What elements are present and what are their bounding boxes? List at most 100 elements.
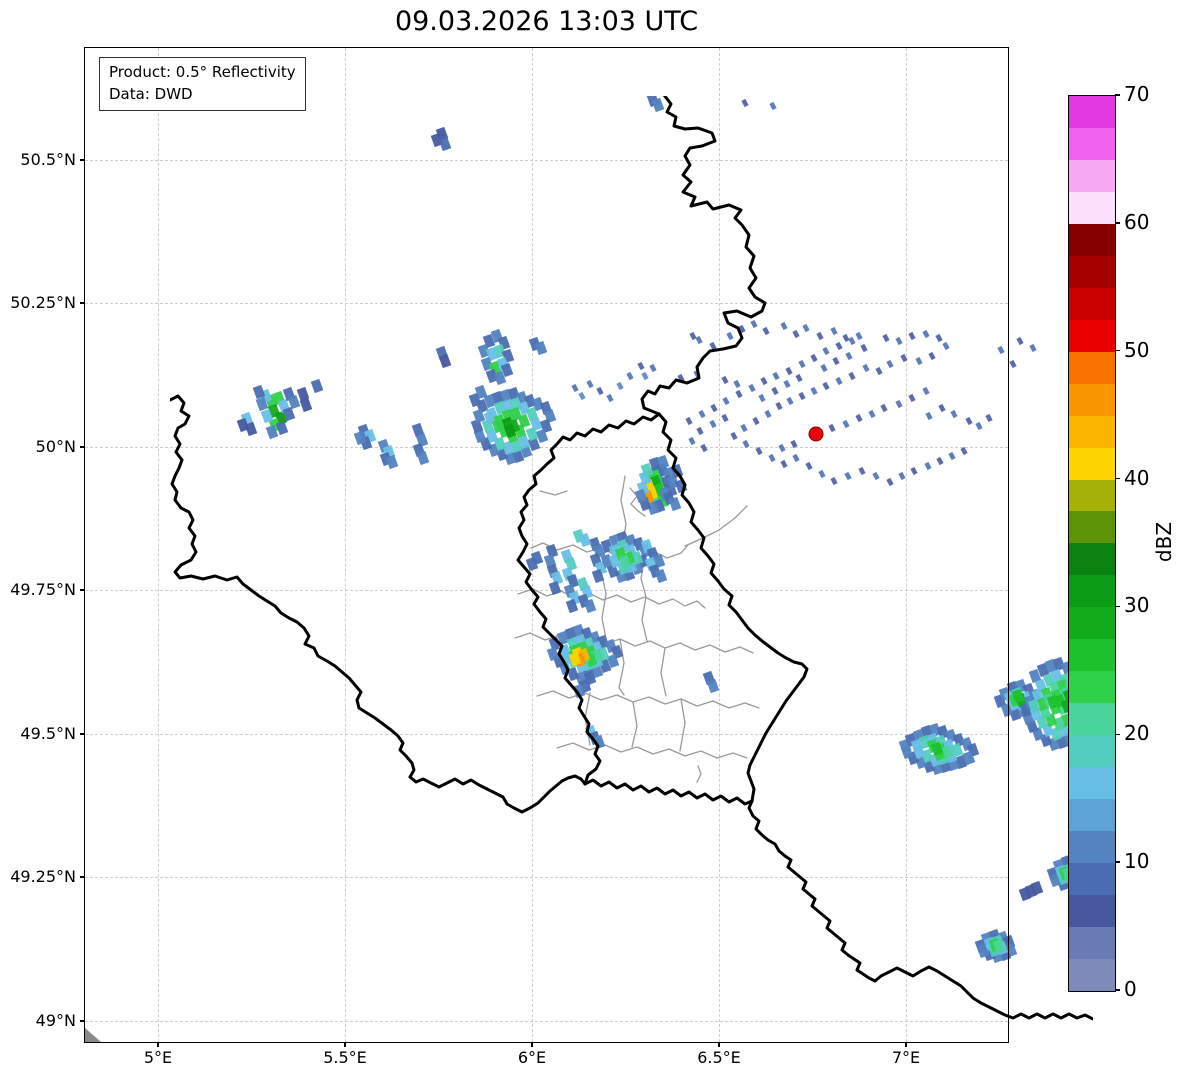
regional-border-path — [696, 765, 702, 783]
radar-speckle — [805, 461, 813, 471]
radar-speckle — [935, 333, 943, 343]
radar-speckle — [695, 335, 703, 345]
radar-speckle — [798, 359, 806, 369]
colorbar-segment — [1069, 319, 1115, 352]
national-border-path — [640, 96, 767, 416]
colorbar-unit-label: dBZ — [1152, 521, 1176, 563]
radar-speckle — [641, 371, 649, 381]
radar-speckle — [740, 423, 748, 433]
radar-speckle — [908, 393, 916, 403]
colorbar-segment — [1069, 543, 1115, 576]
radar-speckle — [895, 399, 903, 409]
radar-speckle — [822, 346, 830, 356]
radar-speckle — [828, 423, 836, 433]
radar-speckle — [938, 403, 946, 413]
map-plot-area — [85, 48, 1093, 1042]
radar-speckle — [925, 411, 933, 421]
radar-speckle — [735, 389, 743, 399]
colorbar-segment — [1069, 191, 1115, 224]
radar-speckle — [688, 436, 696, 446]
radar-speckle — [822, 381, 830, 391]
radar-speckle — [802, 323, 810, 333]
colorbar-segment — [1069, 799, 1115, 832]
radar-speckle — [637, 361, 645, 371]
radar-speckle — [786, 396, 794, 406]
regional-border-path — [517, 588, 706, 609]
radar-speckle — [835, 376, 843, 386]
radar-speckle — [835, 341, 843, 351]
colorbar-segment — [1069, 895, 1115, 928]
radar-figure: 09.03.2026 13:03 UTC Product: 0.5° Refle… — [0, 0, 1202, 1081]
radar-speckle — [922, 386, 930, 396]
radar-echo-cell — [310, 378, 324, 394]
radar-speckle — [886, 359, 894, 369]
radar-speckle — [900, 353, 908, 363]
regional-border-path — [539, 490, 568, 496]
radar-speckle — [910, 466, 918, 476]
colorbar-tick-mark — [1115, 94, 1120, 96]
radar-speckle — [818, 469, 826, 479]
colorbar-segment — [1069, 415, 1115, 448]
radar-speckle — [830, 476, 838, 486]
axis-tick-mark — [157, 1042, 159, 1047]
radar-speckle — [965, 416, 973, 426]
radar-speckle — [810, 386, 818, 396]
radar-speckle — [792, 329, 800, 339]
axis-tick-mark — [80, 159, 85, 161]
axis-tick-mark — [80, 876, 85, 878]
colorbar-tick-mark — [1115, 605, 1120, 608]
radar-speckle — [616, 381, 624, 391]
radar-speckle — [750, 319, 758, 329]
axis-tick-mark — [80, 733, 85, 735]
y-tick-label: 49°N — [35, 1011, 76, 1030]
y-tick-label: 49.5°N — [20, 724, 76, 743]
radar-speckle — [700, 443, 708, 453]
national-border-path — [747, 799, 1093, 1021]
radar-speckle — [775, 401, 783, 411]
axis-tick-mark — [531, 1042, 533, 1047]
radar-speckle — [810, 353, 818, 363]
colorbar-segment — [1069, 767, 1115, 800]
radar-speckle — [741, 98, 749, 108]
radar-speckle — [820, 363, 828, 373]
map-svg — [170, 96, 1093, 1021]
colorbar-segment — [1069, 95, 1115, 128]
radar-speckle — [1016, 336, 1024, 346]
radar-speckle — [858, 466, 866, 476]
gridline-x — [158, 48, 159, 1042]
colorbar-segment — [1069, 863, 1115, 896]
radar-speckle — [772, 371, 780, 381]
radar-speckle — [771, 386, 779, 396]
radar-speckle — [778, 443, 786, 453]
radar-speckle — [768, 453, 776, 463]
radar-speckle — [886, 477, 894, 487]
colorbar-segment — [1069, 703, 1115, 736]
radar-speckle — [844, 471, 852, 481]
regional-border-path — [536, 690, 760, 709]
radar-speckle — [698, 409, 706, 419]
colorbar-tick-label: 10 — [1124, 849, 1150, 874]
radar-speckle — [685, 416, 693, 426]
colorbar-segment — [1069, 959, 1115, 991]
radar-speckle — [762, 326, 770, 336]
axis-tick-mark — [80, 302, 85, 304]
radar-speckle — [764, 409, 772, 419]
radar-speckle — [832, 356, 840, 366]
radar-speckle — [855, 413, 863, 423]
colorbar-segment — [1069, 575, 1115, 608]
colorbar-segment — [1069, 127, 1115, 160]
radar-speckle — [760, 376, 768, 386]
colorbar-tick-mark — [1115, 733, 1120, 736]
radar-site-marker — [808, 426, 824, 442]
radar-speckle — [742, 439, 750, 449]
regional-border-path — [679, 698, 686, 752]
radar-speckle — [1009, 359, 1017, 369]
radar-speckle — [798, 391, 806, 401]
radar-speckle — [948, 451, 956, 461]
radar-speckle — [596, 386, 604, 396]
colorbar-tick-mark — [1115, 477, 1120, 480]
radar-speckle — [842, 333, 850, 343]
radar-speckle — [578, 391, 586, 401]
colorbar-tick-label: 50 — [1124, 337, 1150, 362]
y-tick-label: 50.5°N — [20, 150, 76, 169]
